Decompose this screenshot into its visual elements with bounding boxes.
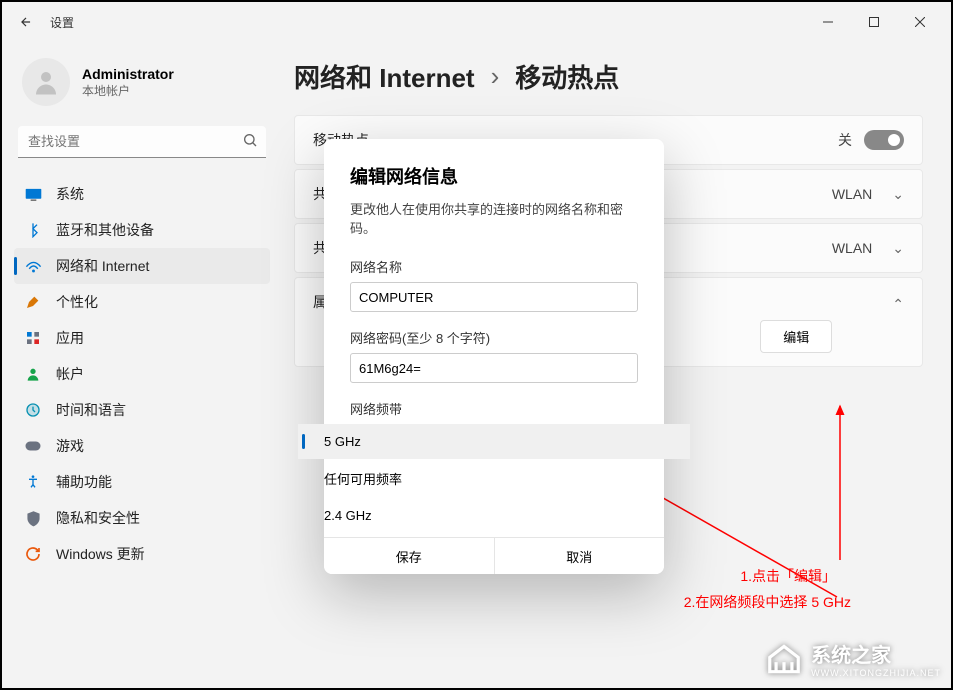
- network-name-input[interactable]: [350, 282, 638, 312]
- update-icon: [24, 545, 42, 563]
- close-button[interactable]: [897, 6, 943, 38]
- sidebar-item-bluetooth[interactable]: 蓝牙和其他设备: [14, 212, 270, 248]
- gaming-icon: [24, 437, 42, 455]
- sidebar-item-accessibility[interactable]: 辅助功能: [14, 464, 270, 500]
- minimize-button[interactable]: [805, 6, 851, 38]
- title-bar: 设置: [2, 2, 951, 42]
- sidebar: Administrator 本地帐户 系统蓝牙和其他设备网络和 Internet…: [2, 42, 282, 688]
- breadcrumb-parent[interactable]: 网络和 Internet: [294, 58, 475, 95]
- window-title: 设置: [50, 14, 74, 31]
- sidebar-item-label: 帐户: [56, 364, 84, 384]
- band-option[interactable]: 2.4 GHz: [298, 498, 690, 533]
- toggle-state: 关: [838, 130, 852, 150]
- sidebar-item-label: 应用: [56, 328, 84, 348]
- sidebar-item-system[interactable]: 系统: [14, 176, 270, 212]
- chevron-up-icon: ⌃: [892, 296, 904, 313]
- search-input[interactable]: [18, 126, 266, 158]
- sidebar-item-label: 蓝牙和其他设备: [56, 220, 154, 240]
- user-name: Administrator: [82, 66, 174, 82]
- sidebar-item-apps[interactable]: 应用: [14, 320, 270, 356]
- watermark-url: WWW.XITONGZHIJIA.NET: [811, 668, 941, 678]
- sidebar-item-personalize[interactable]: 个性化: [14, 284, 270, 320]
- search-icon: [242, 132, 258, 153]
- breadcrumb: 网络和 Internet › 移动热点: [294, 58, 923, 95]
- watermark: 系统之家 WWW.XITONGZHIJIA.NET: [765, 639, 941, 678]
- sidebar-item-update[interactable]: Windows 更新: [14, 536, 270, 572]
- system-icon: [24, 185, 42, 203]
- apps-icon: [24, 329, 42, 347]
- bluetooth-icon: [24, 221, 42, 239]
- maximize-button[interactable]: [851, 6, 897, 38]
- window-controls: [805, 6, 943, 38]
- save-button[interactable]: 保存: [324, 538, 495, 574]
- band-label: 网络频带: [350, 399, 638, 418]
- password-label: 网络密码(至少 8 个字符): [350, 328, 638, 347]
- sidebar-item-label: 隐私和安全性: [56, 508, 140, 528]
- privacy-icon: [24, 509, 42, 527]
- annotation-text-2: 2.在网络频段中选择 5 GHz: [684, 592, 851, 612]
- toggle-switch[interactable]: [864, 130, 904, 150]
- network-password-input[interactable]: [350, 353, 638, 383]
- sidebar-item-label: 游戏: [56, 436, 84, 456]
- avatar: [22, 58, 70, 106]
- dialog-description: 更改他人在使用你共享的连接时的网络名称和密码。: [350, 199, 638, 237]
- sidebar-item-label: 网络和 Internet: [56, 256, 149, 276]
- sidebar-item-time[interactable]: 时间和语言: [14, 392, 270, 428]
- sidebar-item-label: 个性化: [56, 292, 98, 312]
- accounts-icon: [24, 365, 42, 383]
- nav-list: 系统蓝牙和其他设备网络和 Internet 个性化应用帐户时间和语言游戏辅助功能隐…: [14, 170, 270, 572]
- band-option[interactable]: 任何可用频率: [298, 459, 690, 498]
- sidebar-item-accounts[interactable]: 帐户: [14, 356, 270, 392]
- card-value: WLAN: [832, 186, 872, 202]
- sidebar-item-label: Windows 更新: [56, 544, 145, 564]
- chevron-right-icon: ›: [491, 61, 500, 92]
- sidebar-item-label: 系统: [56, 184, 84, 204]
- dialog-title: 编辑网络信息: [350, 163, 638, 189]
- sidebar-item-privacy[interactable]: 隐私和安全性: [14, 500, 270, 536]
- breadcrumb-current: 移动热点: [515, 58, 619, 95]
- time-icon: [24, 401, 42, 419]
- cancel-button[interactable]: 取消: [495, 538, 665, 574]
- card-value: WLAN: [832, 240, 872, 256]
- personalize-icon: [24, 293, 42, 311]
- user-subtitle: 本地帐户: [82, 82, 174, 99]
- chevron-down-icon: ⌄: [892, 186, 904, 203]
- band-option[interactable]: 5 GHz: [298, 424, 690, 459]
- annotation-text-1: 1.点击「编辑」: [740, 566, 836, 586]
- sidebar-item-network[interactable]: 网络和 Internet: [14, 248, 270, 284]
- user-block[interactable]: Administrator 本地帐户: [14, 42, 270, 126]
- accessibility-icon: [24, 473, 42, 491]
- name-label: 网络名称: [350, 257, 638, 276]
- band-options: 5 GHz任何可用频率2.4 GHz: [298, 424, 690, 533]
- back-button[interactable]: [10, 6, 42, 38]
- chevron-down-icon: ⌄: [892, 240, 904, 257]
- edit-button[interactable]: 编辑: [760, 320, 832, 353]
- network-icon: [24, 257, 42, 275]
- sidebar-item-label: 辅助功能: [56, 472, 112, 492]
- watermark-name: 系统之家: [811, 645, 891, 667]
- sidebar-item-label: 时间和语言: [56, 400, 126, 420]
- edit-network-dialog: 编辑网络信息 更改他人在使用你共享的连接时的网络名称和密码。 网络名称 网络密码…: [324, 139, 664, 574]
- sidebar-item-gaming[interactable]: 游戏: [14, 428, 270, 464]
